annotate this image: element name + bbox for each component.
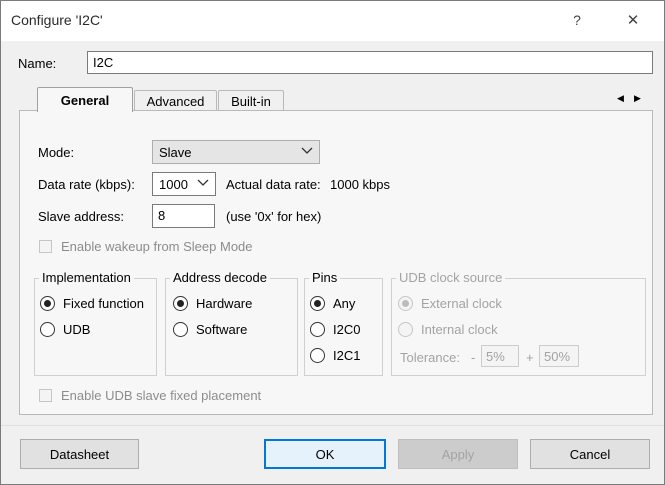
chevron-down-icon [197, 179, 209, 186]
implementation-group: Implementation Fixed function UDB [34, 270, 157, 376]
tolerance-label: Tolerance: [400, 350, 460, 365]
help-icon: ? [573, 12, 581, 28]
pins-group: Pins Any I2C0 I2C1 [304, 270, 383, 376]
close-icon: ✕ [626, 12, 640, 29]
tolerance-minus-sign: - [471, 350, 476, 365]
tab-built-in[interactable]: Built-in [218, 90, 284, 111]
wakeup-checkbox[interactable]: Enable wakeup from Sleep Mode [39, 239, 253, 254]
radio-dot [40, 296, 55, 311]
radio-label: I2C0 [333, 322, 361, 337]
radio-label: Software [196, 322, 248, 337]
wakeup-checkbox-label: Enable wakeup from Sleep Mode [61, 239, 253, 254]
radio-dot [310, 296, 325, 311]
radio-label: Any [333, 296, 356, 311]
radio-external-clock[interactable]: External clock [398, 296, 502, 311]
cancel-button[interactable]: Cancel [530, 439, 650, 469]
title-bar[interactable]: Configure 'I2C' ? ✕ [1, 1, 664, 41]
radio-label: Hardware [196, 296, 253, 311]
configure-dialog: Configure 'I2C' ? ✕ Name: I2C General Ad… [0, 0, 665, 485]
radio-software[interactable]: Software [173, 322, 247, 337]
radio-label: External clock [421, 296, 502, 311]
implementation-title: Implementation [39, 270, 134, 285]
name-label: Name: [18, 56, 57, 71]
radio-pins-any[interactable]: Any [310, 296, 355, 311]
mode-select[interactable]: Slave [152, 140, 320, 164]
radio-label: Internal clock [421, 322, 498, 337]
tolerance-plus-input[interactable]: 50% [539, 345, 579, 367]
address-decode-group: Address decode Hardware Software [165, 270, 298, 376]
radio-pins-i2c1[interactable]: I2C1 [310, 348, 360, 363]
slave-address-label: Slave address: [38, 209, 124, 224]
radio-pins-i2c0[interactable]: I2C0 [310, 322, 360, 337]
fixed-placement-checkbox-box [39, 389, 52, 402]
udb-clock-source-group: UDB clock source External clock Internal… [391, 270, 646, 376]
radio-dot [173, 322, 188, 337]
radio-fixed-function[interactable]: Fixed function [40, 296, 144, 311]
name-input[interactable]: I2C [87, 51, 653, 74]
tolerance-minus-input[interactable]: 5% [481, 345, 519, 367]
general-tab-panel: Mode: Slave Data rate (kbps): 1000 Actua… [19, 110, 653, 415]
data-rate-label: Data rate (kbps): [38, 177, 135, 192]
actual-data-rate-value: 1000 kbps [330, 177, 390, 192]
data-rate-select[interactable]: 1000 [152, 172, 216, 196]
slave-address-input[interactable]: 8 [152, 204, 215, 228]
radio-internal-clock[interactable]: Internal clock [398, 322, 498, 337]
slave-address-hint: (use '0x' for hex) [226, 209, 322, 224]
actual-data-rate-label: Actual data rate: [226, 177, 321, 192]
window-title: Configure 'I2C' [11, 12, 103, 28]
ok-button[interactable]: OK [264, 439, 386, 469]
wakeup-checkbox-box [39, 240, 52, 253]
chevron-down-icon [301, 147, 313, 154]
radio-dot [173, 296, 188, 311]
tolerance-plus-sign: + [526, 350, 534, 365]
radio-label: UDB [63, 322, 91, 337]
address-decode-title: Address decode [170, 270, 270, 285]
apply-button[interactable]: Apply [398, 439, 518, 469]
tab-scroll-right-icon[interactable]: ▶ [634, 93, 641, 104]
fixed-placement-checkbox[interactable]: Enable UDB slave fixed placement [39, 388, 261, 403]
data-rate-value: 1000 [159, 177, 188, 192]
radio-udb[interactable]: UDB [40, 322, 90, 337]
close-button[interactable]: ✕ [610, 1, 656, 39]
tab-scroll-left-icon[interactable]: ◀ [617, 93, 624, 104]
help-button[interactable]: ? [554, 1, 600, 39]
tab-general[interactable]: General [37, 87, 133, 112]
radio-label: Fixed function [63, 296, 144, 311]
footer-separator [1, 425, 664, 426]
radio-dot [310, 322, 325, 337]
radio-dot [398, 296, 413, 311]
tab-advanced[interactable]: Advanced [134, 90, 217, 111]
fixed-placement-checkbox-label: Enable UDB slave fixed placement [61, 388, 262, 403]
radio-hardware[interactable]: Hardware [173, 296, 252, 311]
radio-label: I2C1 [333, 348, 361, 363]
radio-dot [40, 322, 55, 337]
radio-dot [398, 322, 413, 337]
udb-clock-source-title: UDB clock source [396, 270, 506, 285]
datasheet-button[interactable]: Datasheet [20, 439, 139, 469]
pins-title: Pins [309, 270, 341, 285]
radio-dot [310, 348, 325, 363]
mode-label: Mode: [38, 145, 75, 160]
mode-value: Slave [159, 145, 192, 160]
